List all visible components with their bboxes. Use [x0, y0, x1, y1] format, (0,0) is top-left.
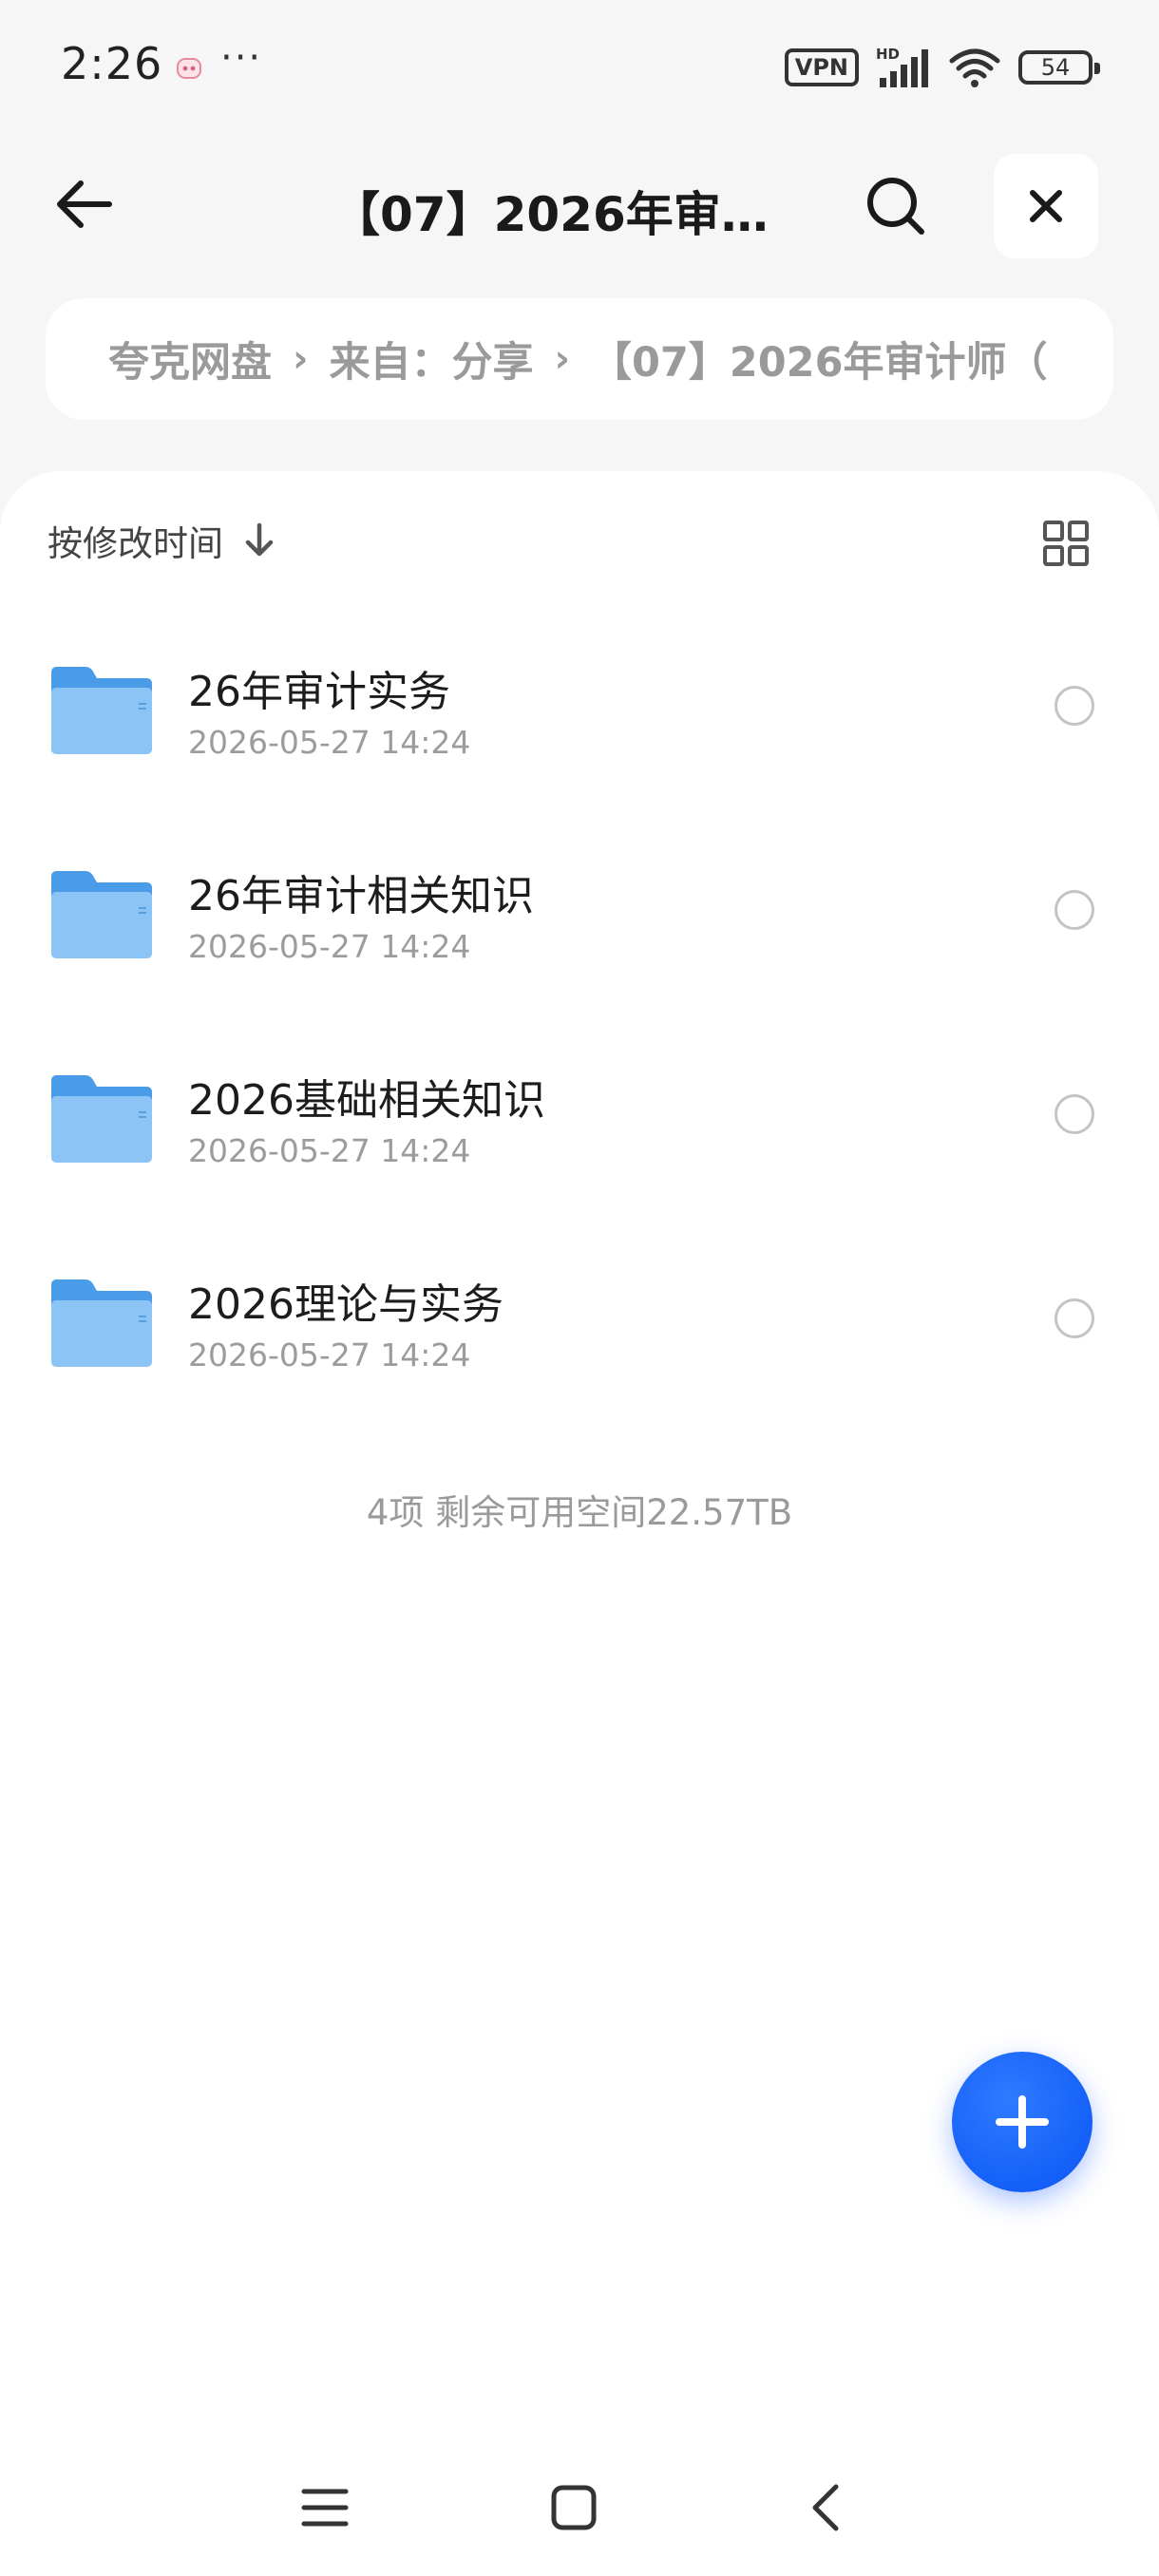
select-radio[interactable] [1054, 1094, 1094, 1134]
file-name: 26年审计实务 [188, 668, 450, 716]
close-button[interactable] [994, 154, 1098, 258]
breadcrumb-item-current[interactable]: 【07】2026年审计师（ [591, 330, 1048, 388]
notification-app-icon [177, 58, 201, 79]
list-item[interactable]: 2026基础相关知识 2026-05-27 14:24 [0, 1041, 1159, 1245]
select-radio[interactable] [1054, 686, 1094, 726]
file-browser: 按修改时间 26年审计实务 2026-05-27 14:24 26年审计相关知识… [0, 471, 1159, 2576]
storage-summary: 4项 剩余可用空间22.57TB [366, 1492, 793, 1533]
file-name: 26年审计相关知识 [188, 872, 534, 920]
nav-back-button[interactable] [788, 2470, 864, 2546]
vpn-badge: VPN [784, 48, 859, 86]
close-icon [1030, 190, 1062, 222]
file-date: 2026-05-27 14:24 [188, 724, 471, 761]
screen: 2:26 ··· VPN HD 54 【07】2026年审计师 夸克网盘 › 来… [0, 0, 1159, 2576]
network-label: HD [876, 46, 900, 63]
status-time: 2:26 [61, 38, 163, 89]
grid-view-icon[interactable] [1039, 517, 1092, 570]
file-name: 2026基础相关知识 [188, 1076, 545, 1125]
signal-icon: HD [876, 46, 928, 87]
folder-icon [51, 1279, 152, 1367]
list-item[interactable]: 26年审计实务 2026-05-27 14:24 [0, 633, 1159, 837]
file-date: 2026-05-27 14:24 [188, 1336, 471, 1373]
sort-label: 按修改时间 [48, 523, 223, 564]
battery-indicator: 54 [1018, 50, 1100, 85]
arrow-left-icon [57, 180, 112, 228]
menu-button[interactable] [287, 2470, 363, 2546]
select-radio[interactable] [1054, 1298, 1094, 1338]
breadcrumb: 夸克网盘 › 来自：分享 › 【07】2026年审计师（ [46, 298, 1113, 420]
page-title: 【07】2026年审计师（中级） [332, 187, 798, 242]
file-name: 2026理论与实务 [188, 1280, 504, 1329]
status-bar: 2:26 ··· VPN HD 54 [0, 0, 1159, 133]
wifi-icon [949, 48, 1000, 87]
chevron-left-icon [812, 2484, 839, 2531]
back-button[interactable] [42, 163, 124, 245]
sort-control[interactable]: 按修改时间 [48, 517, 276, 564]
status-icons: VPN HD 54 [784, 46, 1100, 89]
chevron-right-icon: › [293, 337, 309, 381]
select-radio[interactable] [1054, 890, 1094, 930]
file-date: 2026-05-27 14:24 [188, 928, 471, 965]
add-button[interactable] [952, 2052, 1092, 2192]
arrow-down-icon [245, 522, 274, 557]
search-icon [867, 178, 924, 235]
plus-icon [996, 2095, 1049, 2149]
file-list: 26年审计实务 2026-05-27 14:24 26年审计相关知识 2026-… [0, 633, 1159, 1449]
breadcrumb-item-root[interactable]: 夸克网盘 [108, 330, 272, 388]
status-more-icon: ··· [220, 36, 263, 80]
list-item[interactable]: 26年审计相关知识 2026-05-27 14:24 [0, 837, 1159, 1041]
folder-icon [51, 1075, 152, 1163]
home-button[interactable] [536, 2470, 612, 2546]
system-nav-bar [0, 2451, 1159, 2565]
header: 【07】2026年审计师（中级） [0, 142, 1159, 266]
chevron-right-icon: › [554, 337, 570, 381]
list-item[interactable]: 2026理论与实务 2026-05-27 14:24 [0, 1245, 1159, 1449]
file-date: 2026-05-27 14:24 [188, 1132, 471, 1169]
menu-icon [301, 2489, 349, 2527]
breadcrumb-item-share[interactable]: 来自：分享 [329, 330, 533, 388]
folder-icon [51, 667, 152, 754]
folder-icon [51, 871, 152, 958]
search-button[interactable] [853, 163, 939, 249]
home-icon [551, 2485, 597, 2530]
